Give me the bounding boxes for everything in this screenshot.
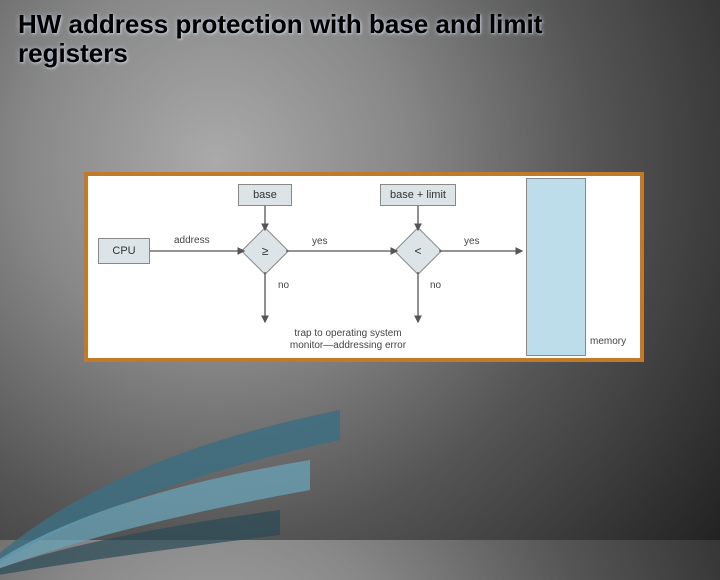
compare-ge-diamond: ≥ bbox=[241, 227, 289, 275]
cpu-box: CPU bbox=[98, 238, 150, 264]
trap-line1: trap to operating system bbox=[248, 328, 448, 340]
no-label-2: no bbox=[430, 280, 441, 291]
compare-lt-label: < bbox=[402, 244, 434, 258]
trap-line2: monitor—addressing error bbox=[248, 340, 448, 352]
memory-label: memory bbox=[590, 336, 626, 347]
decorative-swoosh bbox=[0, 400, 350, 580]
page-title: HW address protection with base and limi… bbox=[18, 10, 578, 67]
yes-label-2: yes bbox=[464, 236, 480, 247]
base-box: base bbox=[238, 184, 292, 206]
no-label-1: no bbox=[278, 280, 289, 291]
memory-block bbox=[526, 178, 586, 356]
base-limit-box: base + limit bbox=[380, 184, 456, 206]
compare-lt-diamond: < bbox=[394, 227, 442, 275]
yes-label-1: yes bbox=[312, 236, 328, 247]
address-label: address bbox=[174, 235, 210, 246]
trap-text: trap to operating system monitor—address… bbox=[248, 328, 448, 352]
diagram: CPU base base + limit ≥ < address yes ye… bbox=[88, 176, 640, 358]
compare-ge-label: ≥ bbox=[249, 244, 281, 258]
diagram-frame: CPU base base + limit ≥ < address yes ye… bbox=[84, 172, 644, 362]
